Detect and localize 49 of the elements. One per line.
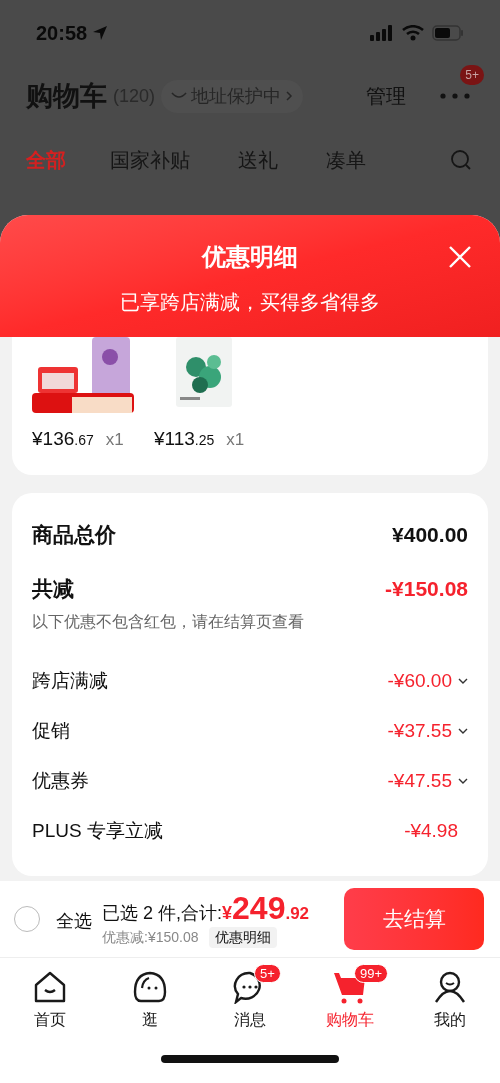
discount-value: -¥37.55 bbox=[387, 718, 452, 743]
checkout-button[interactable]: 去结算 bbox=[344, 888, 484, 950]
chevron-down-icon[interactable] bbox=[458, 728, 468, 734]
discount-summary: 优惠减:¥150.08 bbox=[102, 927, 199, 947]
discount-label: 优惠券 bbox=[32, 768, 89, 793]
summary-label: 商品总价 bbox=[32, 522, 116, 548]
battery-icon bbox=[432, 25, 464, 41]
sheet-subtitle: 已享跨店满减，买得多省得多 bbox=[120, 290, 380, 315]
home-icon bbox=[33, 970, 67, 1004]
chevron-down-icon[interactable] bbox=[458, 678, 468, 684]
manage-button[interactable]: 管理 bbox=[366, 81, 406, 111]
notification-badge: 5+ bbox=[460, 65, 484, 85]
select-all-label: 全选 bbox=[56, 909, 92, 933]
notification-badge: 5+ bbox=[254, 964, 281, 983]
summary-note: 以下优惠不包含红包，请在结算页查看 bbox=[32, 612, 305, 632]
close-icon[interactable] bbox=[448, 245, 472, 269]
summary-value: -¥150.08 bbox=[385, 575, 468, 602]
discount-label: 跨店满减 bbox=[32, 668, 108, 693]
nav-tab[interactable]: 首页 bbox=[33, 970, 67, 1032]
nav-tab[interactable]: 逛 bbox=[133, 970, 167, 1032]
product-quantity: x1 bbox=[105, 429, 124, 451]
page-title: 购物车 bbox=[26, 79, 107, 113]
summary-label: 共减 bbox=[32, 575, 74, 602]
chevron-right-icon bbox=[285, 90, 294, 102]
discount-detail-button[interactable]: 优惠明细 bbox=[208, 926, 277, 948]
product-quantity: x1 bbox=[226, 429, 245, 451]
more-icon bbox=[440, 93, 470, 99]
person-icon bbox=[433, 970, 467, 1004]
search-icon[interactable] bbox=[450, 149, 472, 171]
summary-value: ¥400.00 bbox=[392, 522, 468, 548]
total-price: ¥249.92 bbox=[222, 890, 310, 927]
status-time: 20:58 bbox=[36, 21, 88, 46]
smile-icon bbox=[171, 91, 188, 101]
chevron-down-icon[interactable] bbox=[458, 778, 468, 784]
product-price: ¥136.67 bbox=[32, 427, 94, 451]
signal-icon bbox=[370, 25, 394, 41]
notification-badge: 99+ bbox=[354, 964, 389, 983]
wifi-icon bbox=[402, 25, 424, 41]
discount-label: 促销 bbox=[32, 718, 70, 743]
nav-tab[interactable]: 我的 bbox=[433, 970, 467, 1032]
location-icon bbox=[91, 24, 110, 42]
discount-label: PLUS 专享立减 bbox=[32, 818, 163, 843]
discount-value: -¥4.98 bbox=[404, 818, 458, 843]
product-price: ¥113.25 bbox=[154, 427, 215, 451]
discount-value: -¥47.55 bbox=[387, 768, 452, 793]
sheet-title: 优惠明细 bbox=[202, 242, 298, 272]
discount-value: -¥60.00 bbox=[387, 668, 452, 693]
selected-summary: 已选 2 件,合计: bbox=[102, 901, 222, 925]
face-icon bbox=[133, 970, 167, 1004]
